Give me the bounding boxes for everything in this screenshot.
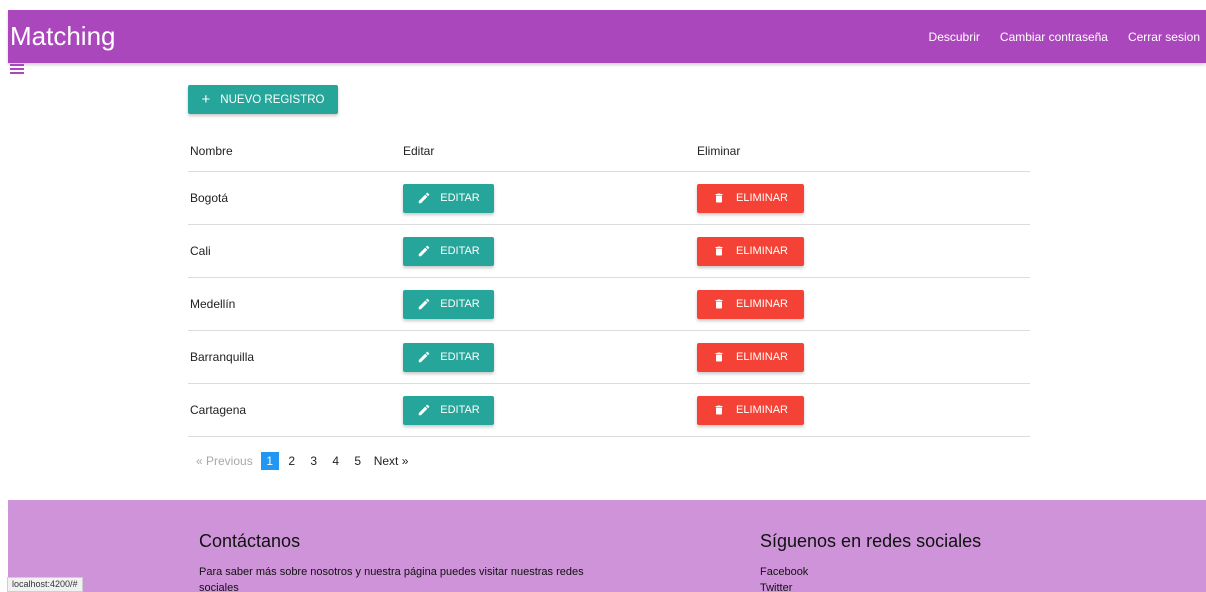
header-nombre: Nombre	[190, 144, 233, 158]
pencil-icon	[417, 403, 431, 417]
table-header: Nombre Editar Eliminar	[188, 131, 1030, 172]
nav-link-cerrar-sesion[interactable]: Cerrar sesion	[1118, 30, 1206, 44]
delete-button-label: ELIMINAR	[736, 351, 788, 363]
edit-button[interactable]: EDITAR	[403, 236, 494, 266]
row-city-name: Cartagena	[190, 403, 247, 417]
delete-button[interactable]: ELIMINAR	[697, 289, 804, 319]
brand-title[interactable]: Matching	[8, 21, 116, 52]
page-footer: Contáctanos Para saber más sobre nosotro…	[8, 500, 1206, 592]
row-city-name: Barranquilla	[190, 350, 255, 364]
footer-social: Síguenos en redes sociales Facebook Twit…	[760, 531, 981, 592]
footer-contact-title: Contáctanos	[199, 531, 301, 551]
nav-links: Descubrir Cambiar contraseña Cerrar sesi…	[919, 10, 1206, 63]
pencil-icon	[417, 191, 431, 205]
new-record-button[interactable]: + NUEVO REGISTRO	[188, 85, 338, 114]
trash-icon	[713, 191, 725, 205]
table-row: Cartagena EDITAR ELIMINAR	[188, 384, 1030, 437]
delete-button[interactable]: ELIMINAR	[697, 395, 804, 425]
row-city-name: Bogotá	[190, 191, 229, 205]
hamburger-icon[interactable]	[10, 64, 24, 74]
delete-button[interactable]: ELIMINAR	[697, 342, 804, 372]
table-row: Barranquilla EDITAR ELIMINAR	[188, 331, 1030, 384]
header-eliminar: Eliminar	[697, 144, 741, 158]
table-row: Cali EDITAR ELIMINAR	[188, 225, 1030, 278]
edit-button[interactable]: EDITAR	[403, 289, 494, 319]
row-city-name: Medellín	[190, 297, 236, 311]
edit-button[interactable]: EDITAR	[403, 395, 494, 425]
footer-link-facebook[interactable]: Facebook	[760, 564, 981, 580]
pencil-icon	[417, 244, 431, 258]
edit-button-label: EDITAR	[440, 404, 480, 416]
nav-link-cambiar-contrasena[interactable]: Cambiar contraseña	[990, 30, 1118, 44]
browser-status-url: localhost:4200/#	[7, 577, 83, 592]
edit-button-label: EDITAR	[440, 245, 480, 257]
pagination-page-1[interactable]: 1	[260, 452, 279, 470]
top-navbar: Matching Descubrir Cambiar contraseña Ce…	[8, 10, 1206, 63]
pagination-previous: « Previous	[196, 454, 253, 468]
records-table: Nombre Editar Eliminar Bogotá EDITAR ELIMI…	[188, 131, 1030, 437]
trash-icon	[713, 350, 725, 364]
trash-icon	[713, 403, 725, 417]
pagination: « Previous 1 2 3 4 5 Next »	[196, 452, 408, 470]
nav-link-descubrir[interactable]: Descubrir	[919, 30, 990, 44]
delete-button-label: ELIMINAR	[736, 192, 788, 204]
plus-icon: +	[201, 91, 211, 108]
delete-button[interactable]: ELIMINAR	[697, 183, 804, 213]
table-row: Medellín EDITAR ELIMINAR	[188, 278, 1030, 331]
delete-button-label: ELIMINAR	[736, 298, 788, 310]
delete-button-label: ELIMINAR	[736, 245, 788, 257]
delete-button[interactable]: ELIMINAR	[697, 236, 804, 266]
row-city-name: Cali	[190, 244, 211, 258]
footer-contact-text: Para saber más sobre nosotros y nuestra …	[199, 566, 584, 592]
footer-contact: Contáctanos Para saber más sobre nosotro…	[199, 531, 599, 592]
header-editar: Editar	[403, 144, 435, 158]
edit-button-label: EDITAR	[440, 298, 480, 310]
new-record-label: NUEVO REGISTRO	[220, 93, 325, 106]
trash-icon	[713, 244, 725, 258]
pagination-page-3[interactable]: 3	[305, 452, 323, 470]
delete-button-label: ELIMINAR	[736, 404, 788, 416]
edit-button[interactable]: EDITAR	[403, 183, 494, 213]
pagination-page-2[interactable]: 2	[283, 452, 301, 470]
edit-button-label: EDITAR	[440, 351, 480, 363]
pagination-next[interactable]: Next »	[374, 454, 409, 468]
edit-button-label: EDITAR	[440, 192, 480, 204]
pencil-icon	[417, 350, 431, 364]
pencil-icon	[417, 297, 431, 311]
edit-button[interactable]: EDITAR	[403, 342, 494, 372]
pagination-page-4[interactable]: 4	[327, 452, 345, 470]
footer-social-title: Síguenos en redes sociales	[760, 531, 982, 551]
pagination-page-5[interactable]: 5	[349, 452, 367, 470]
table-row: Bogotá EDITAR ELIMINAR	[188, 172, 1030, 225]
trash-icon	[713, 297, 725, 311]
footer-link-twitter[interactable]: Twitter	[760, 580, 981, 592]
